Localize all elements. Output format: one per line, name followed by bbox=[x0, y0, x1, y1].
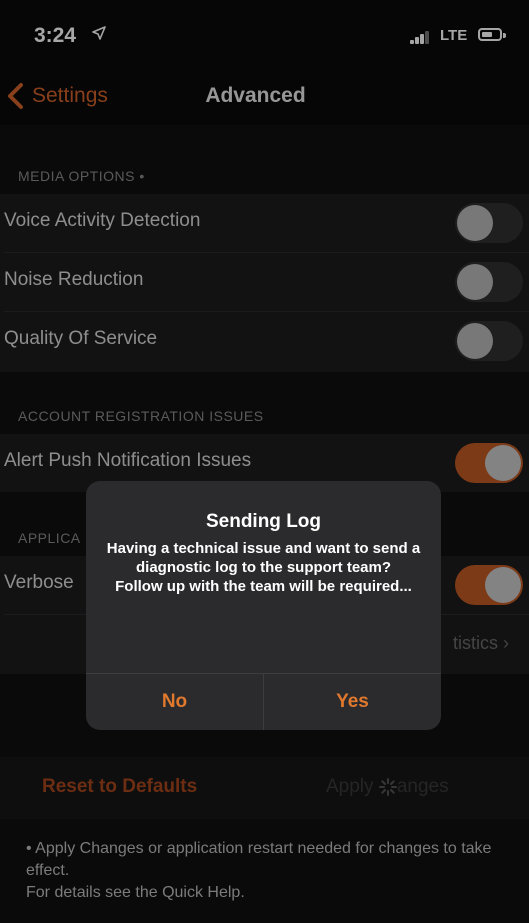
modal-backdrop bbox=[0, 0, 529, 923]
sending-log-dialog: Sending Log Having a technical issue and… bbox=[86, 481, 441, 730]
dialog-no-button[interactable]: No bbox=[86, 674, 263, 730]
dialog-yes-button[interactable]: Yes bbox=[264, 674, 441, 730]
dialog-title: Sending Log bbox=[205, 511, 322, 532]
dialog-message: Having a technical issue and want to sen… bbox=[106, 540, 421, 595]
